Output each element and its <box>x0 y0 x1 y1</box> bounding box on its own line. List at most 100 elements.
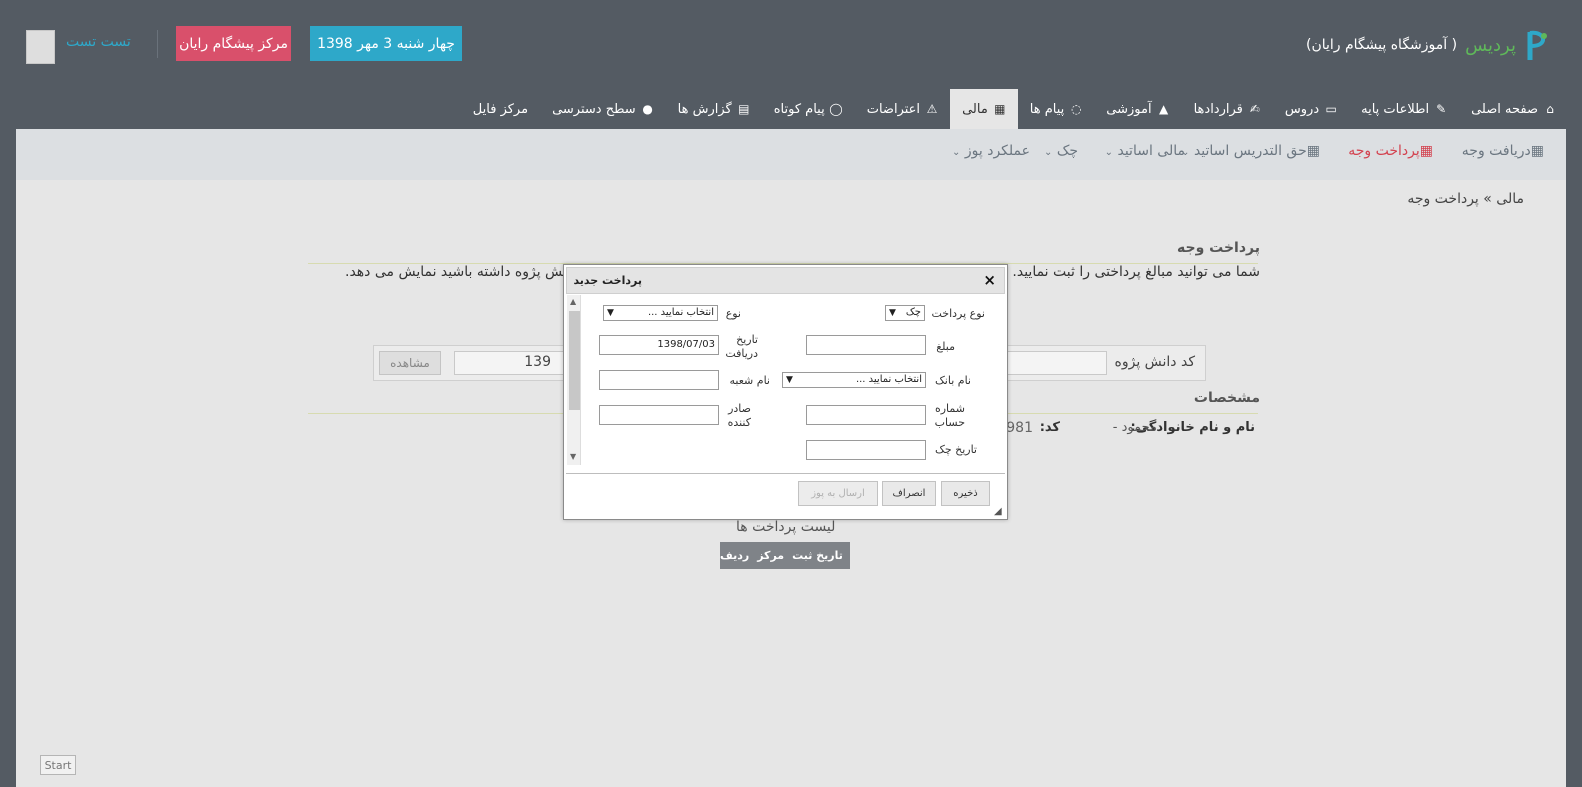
branch-field[interactable] <box>599 370 719 390</box>
tab-education[interactable]: ▲ آموزشی <box>1094 89 1181 129</box>
page-description-tail: انش پژوه داشته باشید نمایش می دهد. <box>345 264 571 280</box>
tab-label: مالی <box>962 101 988 117</box>
amount-field[interactable] <box>806 335 926 355</box>
tab-file-center[interactable]: مرکز فایل <box>461 89 540 129</box>
payments-list-title: لیست پرداخت ها <box>736 519 836 535</box>
code-label: کد: <box>1039 420 1060 435</box>
tab-objections[interactable]: ⚠ اعتراضات <box>855 89 950 129</box>
cancel-button[interactable]: انصراف <box>882 481 936 506</box>
issuer-field[interactable] <box>599 405 719 425</box>
page-title: پرداخت وجه <box>1176 240 1260 256</box>
payment-type-label: نوع پرداخت <box>931 307 986 320</box>
dialog-scrollbar[interactable]: ▲ ▼ <box>567 295 581 465</box>
tab-label: صفحه اصلی <box>1471 101 1538 117</box>
tab-label: اعتراضات <box>866 101 921 117</box>
subnav-pay[interactable]: ▦پرداخت وجه <box>1348 143 1433 159</box>
resize-grip-icon[interactable]: ◢ <box>994 506 1005 517</box>
chevron-down-icon: ⌄ <box>1104 147 1114 158</box>
chevron-down-icon: ⌄ <box>952 147 961 158</box>
tab-home[interactable]: ⌂ صفحه اصلی <box>1459 89 1568 129</box>
dropdown-arrow-icon: ▼ <box>607 308 614 318</box>
name-value: محمود - <box>1112 420 1157 435</box>
start-button[interactable]: Start <box>40 755 76 775</box>
warning-icon: ⚠ <box>926 102 938 116</box>
account-number-label: شماره حساب <box>934 402 965 429</box>
account-number-field[interactable] <box>806 405 926 425</box>
tab-courses[interactable]: ▭ دروس <box>1273 89 1349 129</box>
user-name-link[interactable]: تست تست <box>66 34 131 50</box>
tab-label: پيام ها <box>1029 101 1065 117</box>
calculator-icon: ▦ <box>1419 143 1433 159</box>
header-divider <box>157 30 158 58</box>
graduation-cap-icon: ▲ <box>1158 102 1169 116</box>
subnav-teacher-fee[interactable]: ▦حق التدريس اساتيد ⌄ <box>1181 143 1320 159</box>
check-date-label: تاریخ چک <box>934 443 977 456</box>
subnav-teacher-finance[interactable]: مالی اساتيد ⌄ <box>1105 143 1185 159</box>
column-header: مرکز <box>757 549 785 562</box>
subnav-pos[interactable]: عملکرد پوز ⌄ <box>952 143 1030 159</box>
tab-label: قراردادها <box>1193 101 1243 117</box>
tab-label: گزارش ها <box>677 101 732 117</box>
tab-finance[interactable]: ▦ مالی <box>950 89 1018 129</box>
comment-icon: ◯ <box>829 102 843 116</box>
dialog-title: پرداخت جدید <box>573 274 642 287</box>
send-to-pos-button[interactable]: ارسال به پوز <box>798 481 878 506</box>
specs-title: مشخصات <box>1193 390 1260 406</box>
subnav-check[interactable]: چک ⌄ <box>1044 143 1078 159</box>
tab-access[interactable]: ● سطح دسترسی <box>540 89 666 129</box>
dropdown-arrow-icon: ▼ <box>889 308 896 318</box>
column-header: ردیف <box>720 549 750 562</box>
tab-reports[interactable]: ▤ گزارش ها <box>666 89 762 129</box>
tab-label: دروس <box>1284 101 1320 117</box>
scrollbar-thumb[interactable] <box>569 311 580 410</box>
document-icon: ▤ <box>738 102 750 116</box>
calculator-icon: ▦ <box>1530 143 1544 159</box>
tab-messages[interactable]: ◌ پيام ها <box>1018 89 1095 129</box>
avatar[interactable] <box>26 30 55 64</box>
tab-contracts[interactable]: ✍ قراردادها <box>1182 89 1273 129</box>
type-label: نوع <box>725 307 741 320</box>
breadcrumb: مالی » پرداخت وجه <box>1407 191 1524 207</box>
type-select[interactable]: انتخاب نمایید ... ▼ <box>603 305 718 321</box>
scroll-down-icon[interactable]: ▼ <box>570 452 576 461</box>
tab-label: اطلاعات پايه <box>1361 101 1430 117</box>
receive-date-field[interactable]: 1398/07/03 <box>599 335 719 355</box>
scroll-up-icon[interactable]: ▲ <box>570 297 576 306</box>
column-header: تاریخ ثبت <box>792 549 843 562</box>
tab-sms[interactable]: ◯ پيام کوتاه <box>762 89 855 129</box>
payments-table-header: ردیف مرکز تاریخ ثبت <box>720 542 850 569</box>
calculator-icon: ▦ <box>994 102 1006 116</box>
tab-label: مرکز فایل <box>472 101 529 117</box>
brand: پرديس ( آموزشگاه پيشگام رايان) <box>1306 27 1552 63</box>
new-payment-dialog: پرداخت جدید × ▲ ▼ نوع پرداخت چک ▼ نوع ان… <box>563 264 1008 520</box>
tab-label: سطح دسترسی <box>552 101 636 117</box>
close-icon[interactable]: × <box>983 271 996 289</box>
brand-subtitle: ( آموزشگاه پيشگام رايان) <box>1305 37 1458 53</box>
tab-label: آموزشی <box>1106 101 1152 117</box>
view-button[interactable]: مشاهده <box>379 351 441 375</box>
code-value: 981 <box>1006 420 1033 436</box>
tab-label: پيام کوتاه <box>773 101 825 117</box>
branch-label: نام شعبه <box>729 374 770 387</box>
logo-icon <box>1527 30 1547 60</box>
bank-select[interactable]: انتخاب نمایید ... ▼ <box>782 372 926 388</box>
tab-base-info[interactable]: ✎ اطلاعات پايه <box>1349 89 1459 129</box>
payment-type-select[interactable]: چک ▼ <box>885 305 925 321</box>
save-button[interactable]: ذخیره <box>941 481 990 506</box>
brand-name: پرديس <box>1465 34 1516 56</box>
wrench-icon: ✎ <box>1436 102 1447 116</box>
sub-nav: ▦دریافت وجه ▦پرداخت وجه ▦حق التدريس اسات… <box>16 129 1566 180</box>
home-icon: ⌂ <box>1546 102 1554 116</box>
subnav-receive[interactable]: ▦دریافت وجه <box>1462 143 1544 159</box>
edit-icon: ✍ <box>1249 102 1260 116</box>
check-date-field[interactable] <box>806 440 926 460</box>
receive-date-label: تاریخ دریافت <box>725 333 758 360</box>
dialog-title-bar[interactable]: پرداخت جدید × <box>566 267 1005 294</box>
center-button[interactable]: مرکز پیشگام رایان <box>176 26 291 61</box>
comments-icon: ◌ <box>1071 102 1082 116</box>
date-badge: چهار شنبه 3 مهر 1398 <box>310 26 462 61</box>
dialog-divider <box>566 473 1005 474</box>
dropdown-arrow-icon: ▼ <box>786 375 793 385</box>
page-description: شما می توانید مبالغ پرداختی را ثبت نمایی… <box>997 264 1260 280</box>
folder-icon: ▭ <box>1325 102 1337 116</box>
